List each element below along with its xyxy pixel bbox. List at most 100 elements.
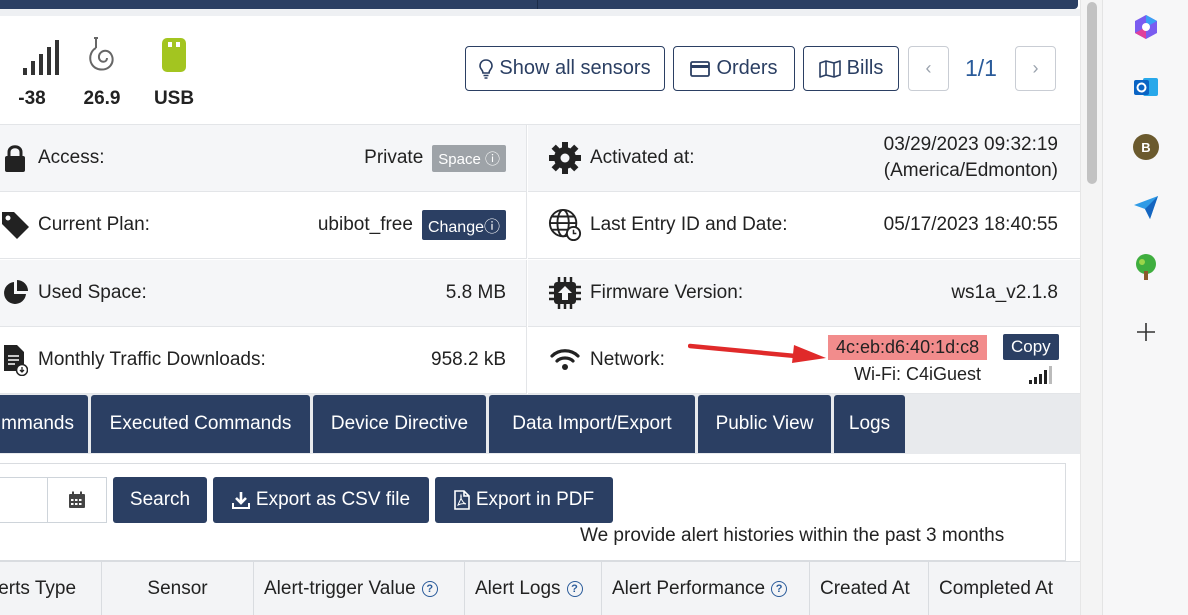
plan-value: ubibot_free — [317, 214, 413, 235]
firmware-row: Firmware Version: ws1a_v2.1.8 — [528, 260, 1080, 327]
scrollbar-thumb[interactable] — [1087, 2, 1097, 184]
help-icon[interactable]: ? — [771, 581, 788, 597]
export-csv-button[interactable]: Export as CSV file — [213, 477, 429, 523]
wifi-strength-icon — [1029, 366, 1052, 384]
current-plan-row: Current Plan: ubibot_free Changeⓘ — [0, 192, 527, 259]
avatar[interactable]: B — [1131, 132, 1161, 162]
col-created-at[interactable]: Created At — [810, 562, 929, 615]
copy-mac-button[interactable]: Copy — [1003, 334, 1059, 360]
export-pdf-button[interactable]: Export in PDF — [435, 477, 613, 523]
tab-commands[interactable]: mmands — [0, 395, 88, 453]
add-icon[interactable] — [1131, 317, 1161, 347]
monthly-traffic-row: Monthly Traffic Downloads: 958.2 kB — [0, 327, 527, 394]
svg-text:B: B — [1141, 140, 1150, 155]
firmware-label: Firmware Version: — [590, 282, 744, 303]
activated-date: 03/29/2023 09:32:19 — [883, 134, 1058, 155]
history-note: We provide alert histories within the pa… — [580, 525, 1005, 546]
search-button[interactable]: Search — [113, 477, 207, 523]
col-completed-at[interactable]: Completed At — [929, 562, 1080, 615]
usb-sensor: USB — [150, 36, 198, 109]
tree-icon[interactable] — [1131, 252, 1161, 282]
access-label: Access: — [38, 147, 105, 168]
col-sensor[interactable]: Sensor — [102, 562, 254, 615]
col-alert-performance[interactable]: Alert Performance? — [602, 562, 810, 615]
signal-sensor: -38 — [0, 36, 70, 109]
power-value: USB — [153, 88, 195, 109]
main-panel: -38 26.9 USB Show all sensors Orders Bil… — [0, 0, 1080, 615]
help-icon[interactable]: ? — [421, 581, 438, 597]
chip-icon — [548, 275, 582, 311]
last-entry-label: Last Entry ID and Date: — [590, 214, 788, 235]
previous-page-button[interactable]: ‹ — [908, 46, 949, 91]
page-scrollbar[interactable] — [1080, 0, 1102, 615]
copilot-icon[interactable] — [1131, 12, 1161, 42]
credit-card-icon — [690, 60, 711, 77]
network-label: Network: — [590, 349, 665, 370]
access-value: Private — [364, 147, 424, 168]
device-info-grid: Access: Private Space ⓘ Current Plan: ub… — [0, 124, 1080, 394]
activated-row: Activated at: 03/29/2023 09:32:19 (Ameri… — [528, 125, 1080, 192]
map-icon — [818, 59, 841, 78]
activated-timezone: (America/Edmonton) — [883, 160, 1058, 181]
tab-public-view[interactable]: Public View — [698, 395, 831, 453]
export-pdf-label: Export in PDF — [475, 489, 595, 510]
chevron-left-icon: ‹ — [925, 58, 932, 78]
tab-logs[interactable]: Logs — [834, 395, 905, 453]
last-entry-value: 05/17/2023 18:40:55 — [883, 214, 1058, 235]
alerts-table-header: lerts Type Sensor Alert-trigger Value? A… — [0, 561, 1080, 615]
browser-sidebar: B — [1102, 0, 1188, 615]
send-icon[interactable] — [1131, 192, 1161, 222]
top-bar — [0, 0, 1078, 9]
filter-panel: Search Export as CSV file Export in PDF … — [0, 463, 1066, 561]
annotation-arrow — [688, 343, 826, 363]
mac-address: 4c:eb:d6:40:1d:c8 — [828, 335, 988, 360]
tab-data-import-export[interactable]: Data Import/Export — [489, 395, 695, 453]
orders-button[interactable]: Orders — [673, 46, 795, 91]
next-page-button[interactable]: › — [1015, 46, 1056, 91]
wifi-icon — [548, 342, 582, 378]
date-range-input[interactable] — [0, 477, 107, 523]
used-space-value: 5.8 MB — [445, 282, 506, 303]
file-download-icon — [0, 342, 30, 378]
tab-device-directive[interactable]: Device Directive — [313, 395, 486, 453]
top-strip — [0, 9, 1080, 16]
signal-value: -38 — [18, 88, 46, 109]
show-all-sensors-label: Show all sensors — [499, 57, 651, 79]
used-space-label: Used Space: — [38, 282, 147, 303]
gear-icon — [548, 140, 582, 176]
bills-button[interactable]: Bills — [803, 46, 899, 91]
help-icon[interactable]: ? — [566, 581, 583, 597]
show-all-sensors-button[interactable]: Show all sensors — [465, 46, 665, 91]
chevron-right-icon: › — [1032, 58, 1039, 78]
traffic-label: Monthly Traffic Downloads: — [38, 349, 266, 370]
usb-icon — [162, 38, 186, 72]
tab-bar: mmands Executed Commands Device Directiv… — [0, 394, 1080, 454]
temperature-sensor: 26.9 — [78, 36, 126, 109]
col-alert-trigger-value[interactable]: Alert-trigger Value? — [254, 562, 465, 615]
download-icon — [231, 492, 250, 509]
traffic-value: 958.2 kB — [431, 349, 506, 370]
tab-executed-commands[interactable]: Executed Commands — [91, 395, 310, 453]
calendar-icon[interactable] — [47, 478, 106, 522]
col-alert-logs[interactable]: Alert Logs? — [465, 562, 602, 615]
change-plan-button[interactable]: Changeⓘ — [421, 210, 506, 240]
temperature-value: 26.9 — [83, 88, 121, 109]
firmware-value: ws1a_v2.1.8 — [951, 282, 1058, 303]
used-space-row: Used Space: 5.8 MB — [0, 260, 527, 327]
globe-clock-icon — [548, 207, 582, 243]
access-row: Access: Private Space ⓘ — [0, 125, 527, 192]
page-indicator: 1/1 — [965, 55, 997, 81]
lightbulb-icon — [479, 58, 494, 79]
export-csv-label: Export as CSV file — [255, 489, 411, 510]
outlook-icon[interactable] — [1131, 72, 1161, 102]
tag-icon — [0, 207, 30, 243]
space-badge[interactable]: Space ⓘ — [432, 144, 506, 172]
pie-chart-icon — [0, 275, 30, 311]
last-entry-row: Last Entry ID and Date: 05/17/2023 18:40… — [528, 192, 1080, 259]
orders-label: Orders — [716, 57, 778, 79]
pdf-file-icon — [454, 490, 470, 510]
lock-icon — [0, 140, 30, 176]
probe-icon — [89, 37, 114, 71]
signal-bars-icon — [23, 40, 59, 75]
col-alerts-type[interactable]: lerts Type — [0, 562, 102, 615]
